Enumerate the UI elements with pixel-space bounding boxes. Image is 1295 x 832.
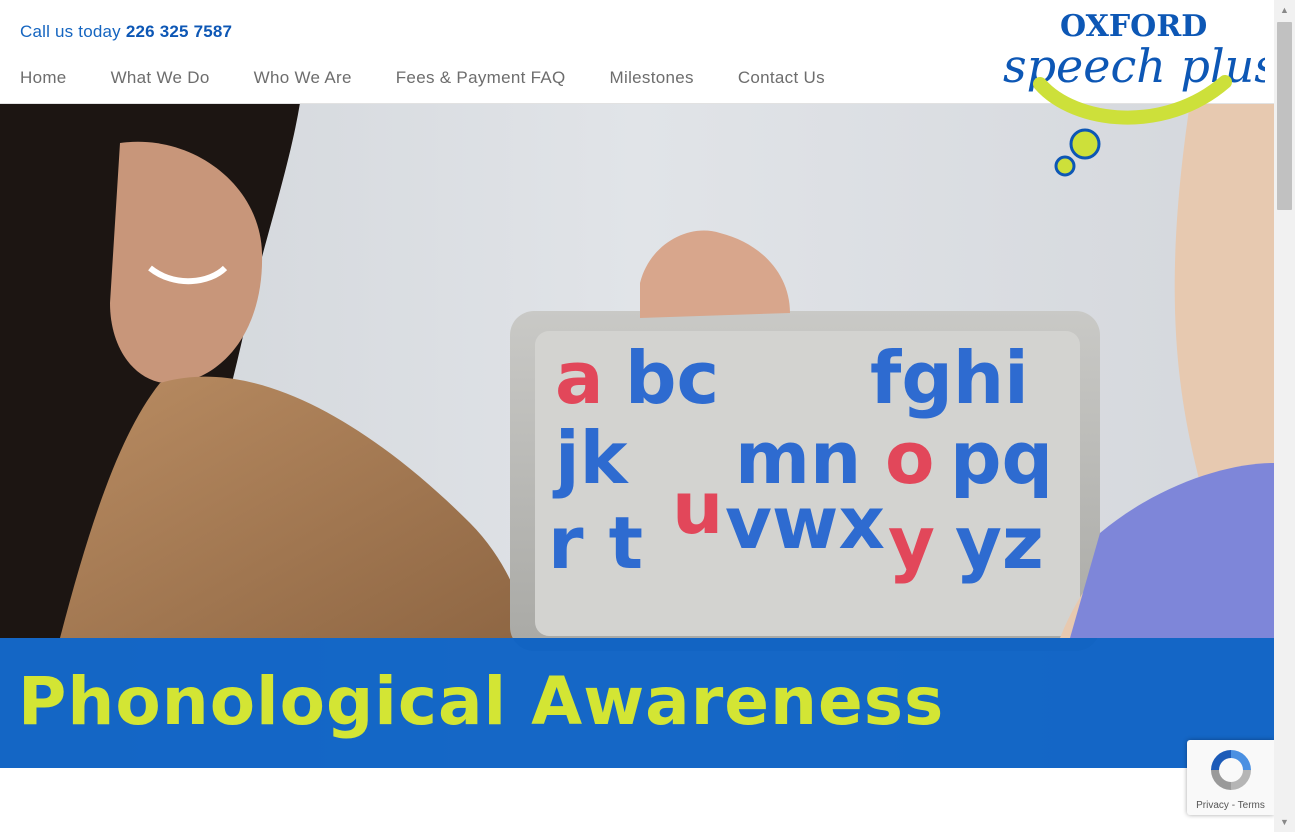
recaptcha-terms-link[interactable]: Terms — [1238, 800, 1265, 811]
svg-text:y: y — [888, 501, 935, 585]
svg-text:vwx: vwx — [725, 481, 885, 565]
nav-home[interactable]: Home — [20, 68, 67, 88]
page-title: Phonological Awareness — [18, 663, 945, 740]
svg-text:bc: bc — [625, 336, 719, 420]
nav-milestones[interactable]: Milestones — [610, 68, 694, 88]
nav-who-we-are[interactable]: Who We Are — [254, 68, 352, 88]
recaptcha-icon — [1211, 750, 1251, 790]
svg-text:u: u — [672, 466, 723, 550]
title-banner: Phonological Awareness — [0, 638, 1274, 768]
svg-text:jk: jk — [552, 416, 630, 500]
hero-image: a bc fghi jk mn o pq r t u vwx y yz Phon… — [0, 103, 1274, 768]
call-us-line: Call us today 226 325 7587 — [20, 22, 232, 42]
site-logo[interactable]: OXFORD speech plus — [995, 4, 1274, 184]
nav-fees-payment-faq[interactable]: Fees & Payment FAQ — [396, 68, 566, 88]
scroll-down-arrow-icon[interactable]: ▼ — [1274, 812, 1295, 832]
svg-text:fghi: fghi — [870, 336, 1029, 420]
nav-contact-us[interactable]: Contact Us — [738, 68, 825, 88]
phone-link[interactable]: 226 325 7587 — [126, 22, 232, 41]
svg-text:o: o — [885, 416, 934, 500]
oxford-speech-plus-logo: OXFORD speech plus — [1003, 9, 1274, 177]
svg-text:r t: r t — [548, 501, 643, 585]
svg-text:yz: yz — [955, 501, 1044, 585]
nav-what-we-do[interactable]: What We Do — [111, 68, 210, 88]
recaptcha-privacy-link[interactable]: Privacy — [1196, 800, 1229, 811]
svg-text:a: a — [555, 336, 604, 420]
recaptcha-separator: - — [1228, 800, 1238, 811]
scroll-up-arrow-icon[interactable]: ▲ — [1274, 0, 1295, 20]
recaptcha-badge[interactable]: Privacy - Terms — [1187, 740, 1274, 815]
recaptcha-links: Privacy - Terms — [1187, 800, 1274, 811]
vertical-scrollbar[interactable]: ▲ ▼ — [1274, 0, 1295, 832]
page: Call us today 226 325 7587 Home What We … — [0, 0, 1274, 832]
call-us-text: Call us today — [20, 22, 121, 41]
svg-text:pq: pq — [950, 416, 1053, 500]
scroll-thumb[interactable] — [1277, 22, 1292, 210]
main-nav: Home What We Do Who We Are Fees & Paymen… — [20, 68, 869, 88]
